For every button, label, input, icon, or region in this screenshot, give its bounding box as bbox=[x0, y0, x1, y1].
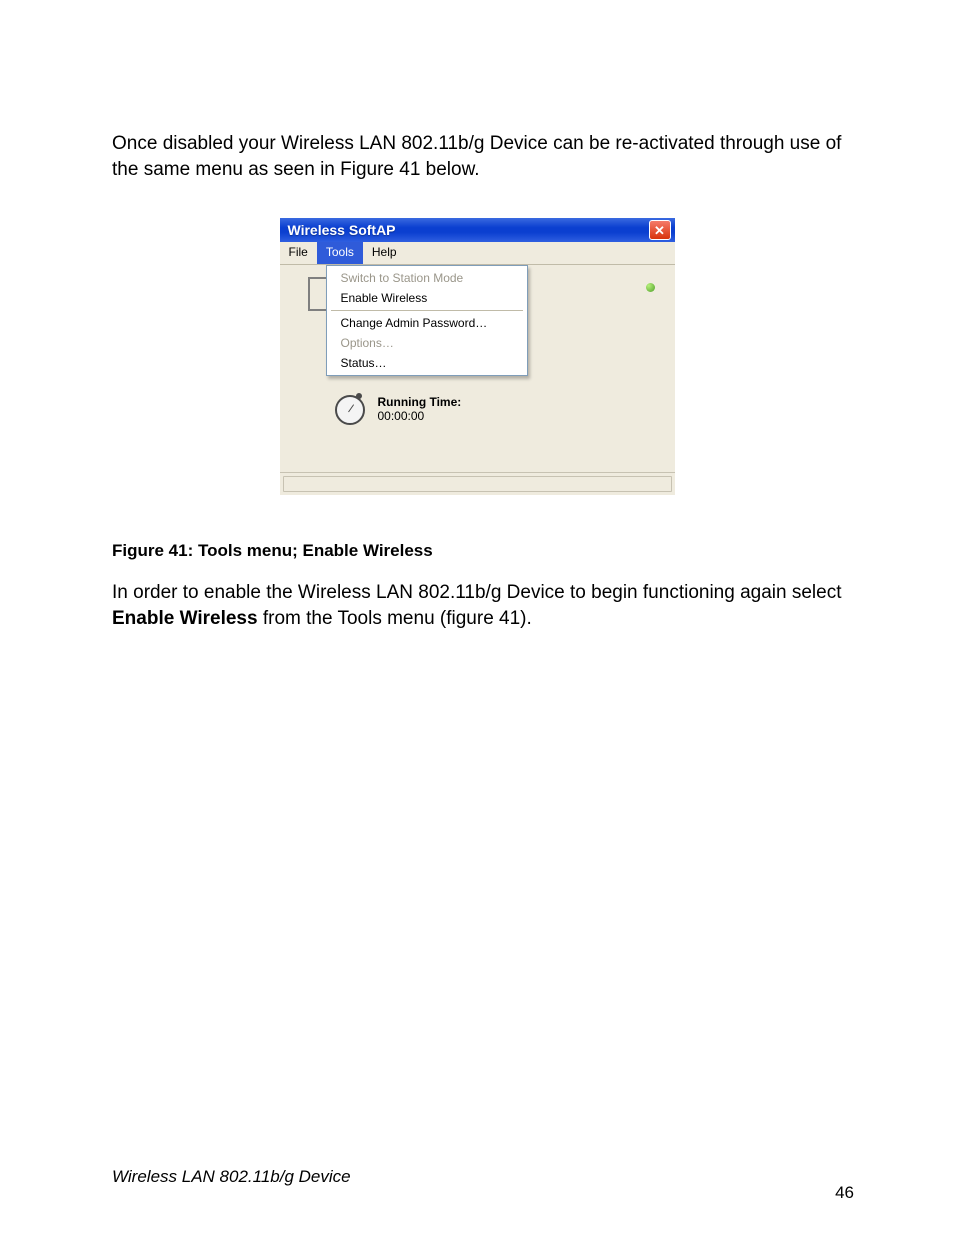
instruction-text-a: In order to enable the Wireless LAN 802.… bbox=[112, 582, 842, 603]
status-led-icon bbox=[646, 283, 655, 292]
status-bar bbox=[280, 472, 675, 495]
running-time-value: 00:00:00 bbox=[378, 409, 462, 423]
menu-separator bbox=[331, 310, 523, 311]
menubar: File Tools Help bbox=[280, 242, 675, 265]
close-icon: ✕ bbox=[654, 224, 665, 237]
menu-help[interactable]: Help bbox=[363, 242, 406, 264]
panel-fragment-icon bbox=[308, 277, 326, 311]
menu-item-enable-wireless[interactable]: Enable Wireless bbox=[327, 288, 527, 308]
running-time-label: Running Time: bbox=[378, 395, 462, 409]
instruction-paragraph: In order to enable the Wireless LAN 802.… bbox=[112, 580, 842, 631]
tools-dropdown: Switch to Station Mode Enable Wireless C… bbox=[326, 265, 528, 376]
intro-paragraph: Once disabled your Wireless LAN 802.11b/… bbox=[112, 131, 842, 182]
close-button[interactable]: ✕ bbox=[649, 220, 671, 240]
menu-tools[interactable]: Tools bbox=[317, 242, 363, 264]
menu-item-change-password[interactable]: Change Admin Password… bbox=[327, 313, 527, 333]
titlebar[interactable]: Wireless SoftAP ✕ bbox=[280, 218, 675, 242]
running-time-box: Running Time: 00:00:00 bbox=[334, 393, 462, 425]
page-number: 46 bbox=[835, 1183, 854, 1203]
stopwatch-icon bbox=[334, 393, 364, 425]
figure-caption: Figure 41: Tools menu; Enable Wireless bbox=[112, 541, 842, 561]
menu-item-switch-station: Switch to Station Mode bbox=[327, 268, 527, 288]
window-title: Wireless SoftAP bbox=[288, 222, 396, 238]
instruction-text-b: from the Tools menu (figure 41). bbox=[258, 608, 532, 629]
menu-item-status[interactable]: Status… bbox=[327, 353, 527, 373]
menu-item-options: Options… bbox=[327, 333, 527, 353]
client-area: Switch to Station Mode Enable Wireless C… bbox=[280, 265, 675, 495]
footer-title: Wireless LAN 802.11b/g Device bbox=[112, 1167, 351, 1187]
wireless-softap-window: Wireless SoftAP ✕ File Tools Help Switch… bbox=[280, 218, 675, 495]
menu-file[interactable]: File bbox=[280, 242, 317, 264]
instruction-bold: Enable Wireless bbox=[112, 608, 258, 629]
